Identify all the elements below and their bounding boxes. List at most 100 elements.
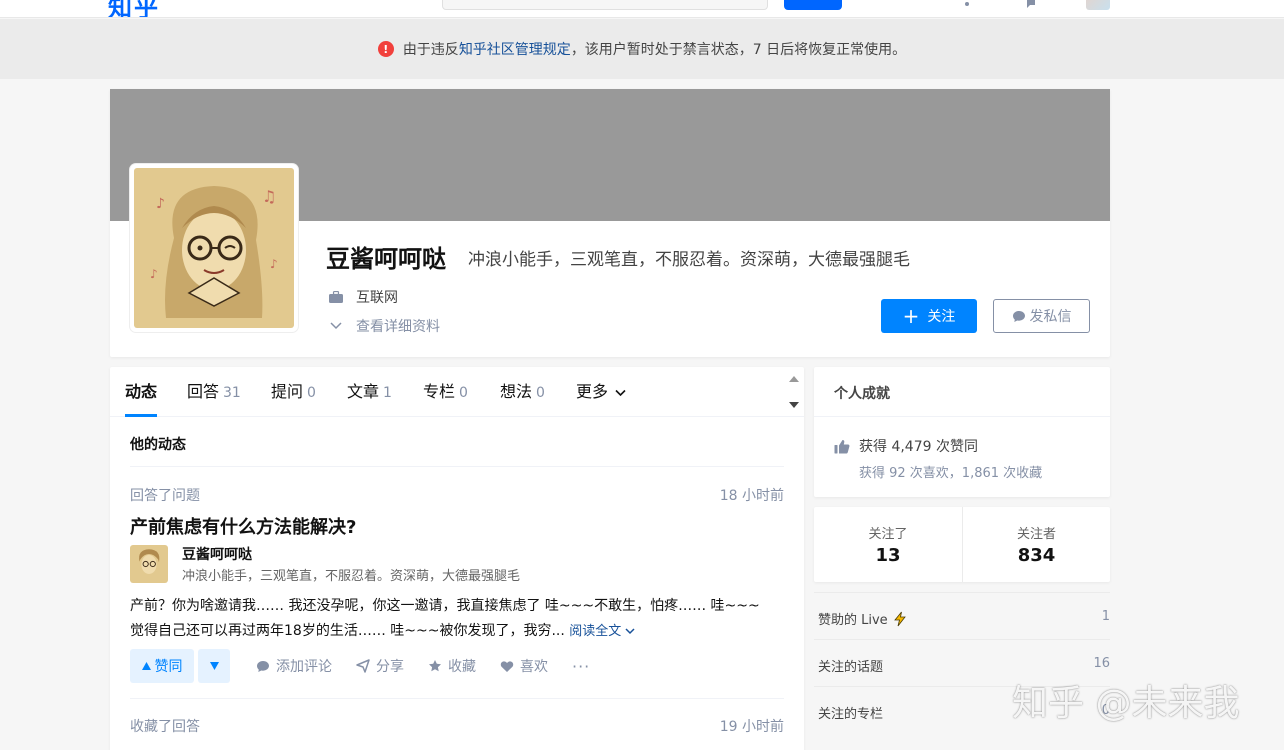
lightning-icon	[893, 611, 906, 626]
message-icon[interactable]	[1026, 0, 1036, 8]
share-label: 分享	[376, 659, 404, 675]
tab-label: 文章	[347, 382, 380, 401]
item-meta: 收藏了回答	[130, 719, 200, 735]
tab-count: 31	[223, 385, 241, 401]
comment-label: 添加评论	[276, 659, 332, 675]
user-avatar[interactable]	[1086, 0, 1110, 10]
chevron-down-icon	[625, 628, 635, 635]
community-rules-link[interactable]: 知乎社区管理规定	[459, 39, 571, 59]
following-value: 13	[875, 545, 901, 566]
notification-icon[interactable]	[962, 0, 972, 6]
profile-headline: 冲浪小能手，三观笔直，不服忍着。资深萌，大德最强腿毛	[468, 250, 910, 270]
notice-prefix: 由于违反	[402, 42, 459, 58]
tab-count: 0	[536, 385, 545, 401]
chat-bubble-icon	[1012, 310, 1025, 322]
achievements-sub: 获得 92 次喜欢，1,861 次收藏	[859, 466, 1043, 481]
message-label: 发私信	[1029, 309, 1072, 325]
ask-button[interactable]	[784, 0, 842, 10]
likes-text: 获得 4,479 次赞同	[859, 439, 978, 455]
svg-text:♪: ♪	[156, 196, 165, 212]
divider	[814, 416, 1110, 417]
author-avatar[interactable]	[130, 545, 168, 583]
read-more-link[interactable]: 阅读全文	[569, 624, 635, 639]
view-detail-link[interactable]: 查看详细资料	[328, 316, 440, 336]
tab-columns[interactable]: 专栏 0	[423, 367, 468, 417]
followers-stat[interactable]: 关注者 834	[962, 507, 1110, 582]
follow-label: 关注	[927, 309, 956, 325]
read-more-text: 阅读全文	[569, 624, 622, 639]
tab-more[interactable]: 更多	[576, 367, 626, 417]
author-name[interactable]: 豆酱呵呵哒	[182, 544, 252, 564]
tab-label: 专栏	[423, 382, 456, 401]
search-input[interactable]	[442, 0, 768, 10]
profile-main: 动态 回答 31 提问 0 文章 1 专栏 0 想法 0 更多 他的动态 回答了问题 18…	[110, 367, 804, 750]
tab-activities[interactable]: 动态	[125, 367, 158, 417]
vote-down-button[interactable]	[198, 649, 230, 683]
like-label: 喜欢	[520, 659, 548, 675]
collect-button[interactable]: 收藏	[428, 656, 476, 676]
achievements-likes: 获得 4,479 次赞同	[834, 436, 978, 456]
heart-icon	[500, 660, 514, 672]
triangle-down-icon	[209, 662, 219, 670]
tab-questions[interactable]: 提问 0	[271, 367, 316, 417]
following-stat[interactable]: 关注了 13	[814, 507, 962, 582]
ban-notice: ! 由于违反 知乎社区管理规定 ，该用户暂时处于禁言状态，7 日后将恢复正常使用…	[0, 19, 1284, 79]
vote-up-label: 赞同	[154, 659, 183, 675]
more-options-button[interactable]: ···	[572, 657, 590, 676]
scroll-up-arrow[interactable]	[788, 373, 800, 385]
list-label: 关注的专栏	[818, 707, 884, 722]
achievements-title: 个人成就	[834, 386, 890, 402]
divider	[130, 466, 784, 467]
tab-pins[interactable]: 想法 0	[500, 367, 545, 417]
like-button[interactable]: 喜欢	[500, 656, 548, 676]
list-label: 关注的话题	[818, 660, 884, 675]
excerpt-line: 产前？你为啥邀请我…… 我还没孕呢，你这一邀请，我直接焦虑了 哇~~~不敢生，怕…	[130, 598, 760, 614]
profile-tabs: 动态 回答 31 提问 0 文章 1 专栏 0 想法 0 更多	[110, 367, 804, 417]
list-value: 1	[1101, 609, 1110, 624]
follow-stats-card: 关注了 13 关注者 834	[814, 507, 1110, 582]
list-value: 16	[1093, 656, 1110, 671]
profile-name: 豆酱呵呵哒	[326, 245, 446, 273]
notice-suffix: ，该用户暂时处于禁言状态，7 日后将恢复正常使用。	[570, 42, 907, 58]
scroll-down-arrow[interactable]	[788, 399, 800, 411]
tab-label: 想法	[500, 382, 533, 401]
paper-plane-icon	[356, 659, 370, 673]
tab-label: 更多	[576, 382, 609, 401]
achievements-card: 个人成就 获得 4,479 次赞同 获得 92 次喜欢，1,861 次收藏	[814, 367, 1110, 497]
tab-label: 提问	[271, 382, 304, 401]
follow-button[interactable]: + 关注	[881, 299, 977, 333]
profile-card: ♪ ♫ ♪ ♪ 豆酱呵呵哒 冲浪小能手，三观笔直，不服忍着。资深萌，大德最强腿毛…	[110, 89, 1110, 357]
comment-icon	[257, 660, 269, 672]
tab-count: 0	[459, 385, 468, 401]
followers-value: 834	[1017, 545, 1056, 566]
divider	[130, 698, 784, 699]
send-message-button[interactable]: 发私信	[993, 299, 1090, 333]
thumbs-up-icon	[834, 439, 850, 453]
answer-excerpt[interactable]: 产前？你为啥邀请我…… 我还没孕呢，你这一邀请，我直接焦虑了 哇~~~不敢生，怕…	[130, 594, 786, 644]
watermark: 知乎 @未来我	[1012, 683, 1240, 724]
vote-up-button[interactable]: 赞同	[130, 649, 194, 683]
answer-actions: 赞同 添加评论 分享 收藏 喜欢 ···	[130, 649, 590, 683]
star-icon	[429, 660, 441, 672]
profile-industry: 互联网	[328, 287, 398, 307]
sidebar-item-live[interactable]: 赞助的 Live 1	[814, 592, 1110, 639]
tab-label: 回答	[187, 382, 220, 401]
tab-count: 0	[307, 385, 316, 401]
view-detail-text: 查看详细资料	[356, 319, 440, 335]
warning-icon: !	[377, 41, 394, 57]
plus-icon: +	[902, 304, 920, 328]
top-navbar: 知乎	[0, 0, 1284, 18]
comment-button[interactable]: 添加评论	[256, 656, 332, 676]
question-title[interactable]: 产前焦虑有什么方法能解决?	[130, 513, 356, 539]
share-button[interactable]: 分享	[356, 656, 404, 676]
svg-text:♪: ♪	[150, 267, 158, 281]
chevron-down-icon	[328, 318, 344, 334]
profile-avatar[interactable]: ♪ ♫ ♪ ♪	[130, 164, 298, 332]
item-time: 18 小时前	[719, 488, 784, 504]
avatar-illustration: ♪ ♫ ♪ ♪	[134, 168, 294, 328]
feed-header: 他的动态	[130, 437, 186, 453]
tab-answers[interactable]: 回答 31	[187, 367, 241, 417]
tab-articles[interactable]: 文章 1	[347, 367, 392, 417]
chevron-down-icon	[615, 389, 626, 397]
zhihu-logo[interactable]: 知乎	[108, 0, 160, 17]
